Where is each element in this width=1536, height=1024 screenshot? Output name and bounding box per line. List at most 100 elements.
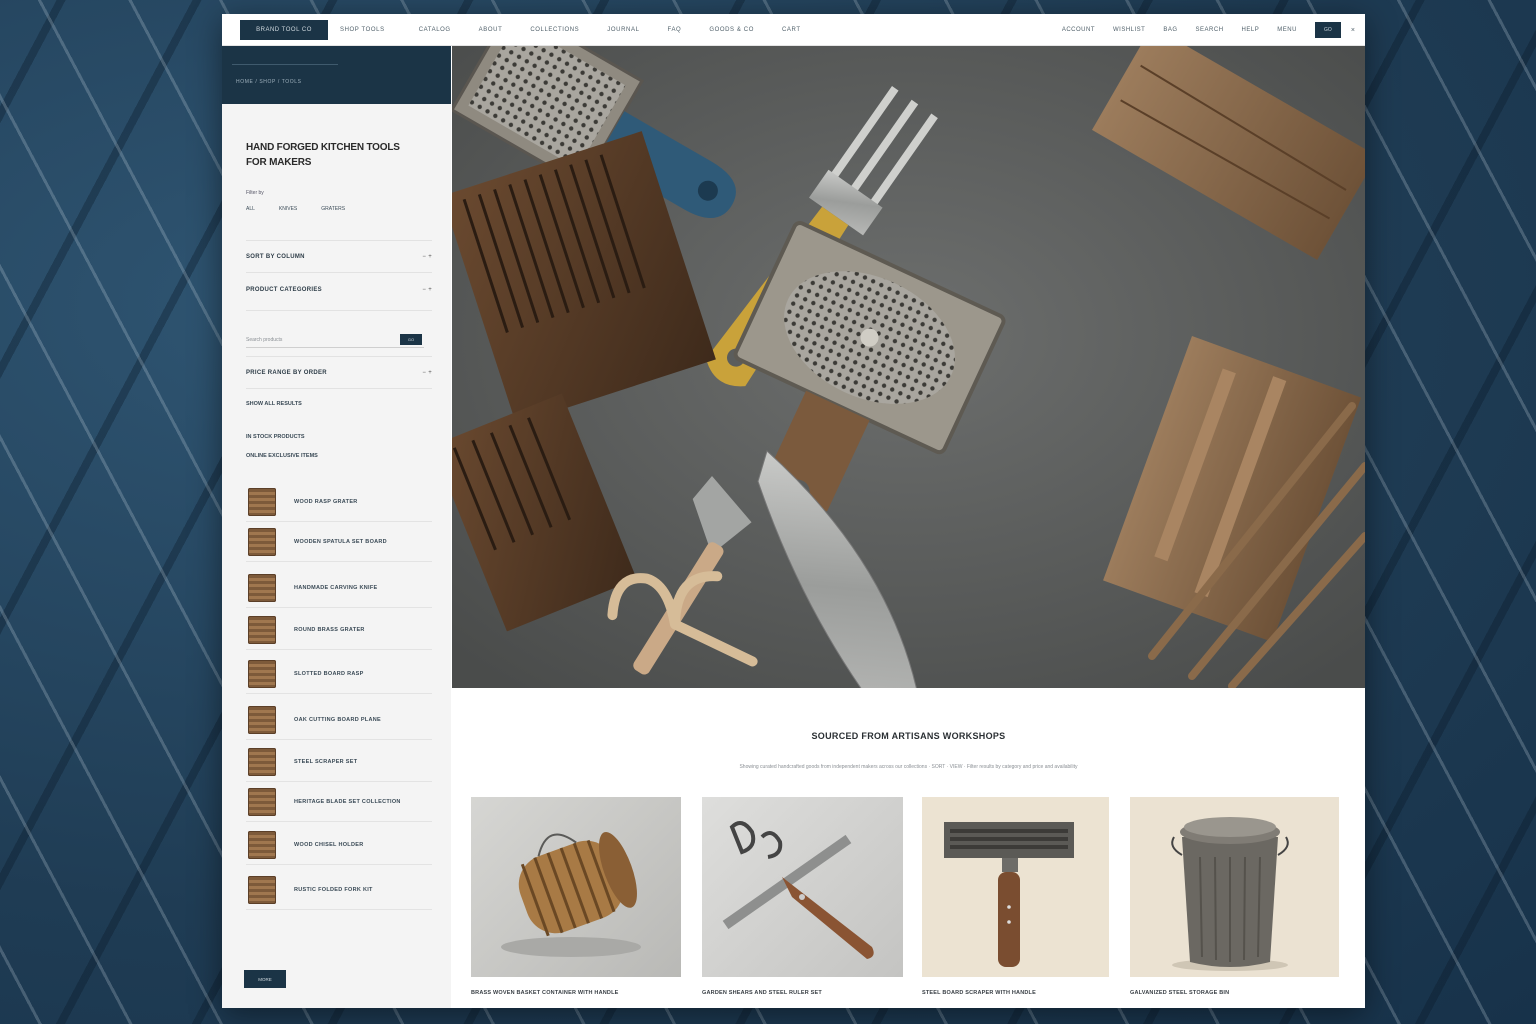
list-item[interactable]: WOOD RASP GRATER bbox=[246, 482, 432, 522]
product-image-basket bbox=[471, 797, 681, 977]
nav-item-catalog[interactable]: CATALOG bbox=[419, 27, 451, 33]
link-exclusive[interactable]: ONLINE EXCLUSIVE ITEMS bbox=[246, 453, 318, 459]
utility-nav: ACCOUNT WISHLIST BAG SEARCH HELP MENU GO… bbox=[1044, 14, 1355, 46]
list-item[interactable]: SLOTTED BOARD RASP bbox=[246, 654, 432, 694]
product-thumbnail bbox=[248, 487, 276, 516]
sidebar-header: HOME / SHOP / TOOLS bbox=[222, 46, 451, 104]
product-name: ROUND BRASS GRATER bbox=[294, 626, 365, 633]
filter-sidebar: HAND FORGED KITCHEN TOOLS FOR MAKERS Fil… bbox=[222, 104, 451, 1008]
product-name: HANDMADE CARVING KNIFE bbox=[294, 584, 378, 591]
list-item[interactable]: HANDMADE CARVING KNIFE bbox=[246, 568, 432, 608]
product-caption: GARDEN SHEARS AND STEEL RULER SET bbox=[702, 990, 822, 996]
filter-chips: ALL KNIVES GRATERS bbox=[246, 206, 369, 212]
section-meta: Showing curated handcrafted goods from i… bbox=[739, 764, 1078, 770]
product-card[interactable]: GALVANIZED STEEL STORAGE BIN bbox=[1130, 797, 1339, 996]
category-row-toggle[interactable]: − + bbox=[422, 287, 432, 293]
product-card[interactable]: GARDEN SHEARS AND STEEL RULER SET bbox=[702, 797, 903, 996]
product-thumbnail bbox=[248, 787, 276, 816]
bin-illustration bbox=[1171, 817, 1289, 971]
divider bbox=[246, 272, 432, 273]
chip-graters[interactable]: GRATERS bbox=[321, 206, 345, 212]
divider bbox=[246, 388, 432, 389]
search-input[interactable]: Search products bbox=[246, 334, 424, 348]
nav-item-about[interactable]: ABOUT bbox=[479, 27, 503, 33]
nav-item-goods[interactable]: GOODS & CO bbox=[709, 27, 754, 33]
nav-item-shop[interactable]: SHOP TOOLS bbox=[340, 27, 385, 33]
product-image-shears bbox=[702, 797, 903, 977]
basket-illustration bbox=[501, 832, 641, 957]
close-icon[interactable]: × bbox=[1351, 27, 1355, 34]
product-name: OAK CUTTING BOARD PLANE bbox=[294, 716, 381, 723]
list-item[interactable]: ROUND BRASS GRATER bbox=[246, 610, 432, 650]
filter-subtitle: Filter by bbox=[246, 190, 264, 196]
product-caption: STEEL BOARD SCRAPER WITH HANDLE bbox=[922, 990, 1036, 996]
browser-page: BRAND TOOL CO SHOP TOOLS CATALOG ABOUT C… bbox=[222, 14, 1365, 1008]
sidebar-title-line2: FOR MAKERS bbox=[246, 157, 312, 168]
top-navigation: BRAND TOOL CO SHOP TOOLS CATALOG ABOUT C… bbox=[222, 14, 1365, 46]
product-name: WOOD CHISEL HOLDER bbox=[294, 841, 364, 848]
sort-row[interactable]: SORT BY COLUMN − + bbox=[246, 254, 432, 260]
price-row-label: PRICE RANGE BY ORDER bbox=[246, 370, 327, 376]
list-item[interactable]: OAK CUTTING BOARD PLANE bbox=[246, 700, 432, 740]
product-name: STEEL SCRAPER SET bbox=[294, 758, 358, 765]
product-name: WOOD RASP GRATER bbox=[294, 498, 358, 505]
product-thumbnail bbox=[248, 747, 276, 776]
product-image-scraper bbox=[922, 797, 1109, 977]
category-row[interactable]: PRODUCT CATEGORIES − + bbox=[246, 287, 432, 293]
product-thumbnail bbox=[248, 705, 276, 734]
price-row-toggle[interactable]: − + bbox=[422, 370, 432, 376]
sort-row-label: SORT BY COLUMN bbox=[246, 254, 305, 260]
cta-button[interactable]: GO bbox=[1314, 22, 1341, 38]
product-name: SLOTTED BOARD RASP bbox=[294, 670, 364, 677]
breadcrumb[interactable]: HOME / SHOP / TOOLS bbox=[236, 79, 302, 85]
chip-all[interactable]: ALL bbox=[246, 206, 255, 212]
section-title: SOURCED FROM ARTISANS WORKSHOPS bbox=[811, 731, 1006, 741]
nav-wishlist[interactable]: WISHLIST bbox=[1113, 27, 1145, 33]
product-thumbnail bbox=[248, 659, 276, 688]
product-thumbnail bbox=[248, 615, 276, 644]
sort-row-toggle[interactable]: − + bbox=[422, 254, 432, 260]
product-caption: BRASS WOVEN BASKET CONTAINER WITH HANDLE bbox=[471, 990, 619, 996]
nav-item-journal[interactable]: JOURNAL bbox=[607, 27, 639, 33]
list-item[interactable]: WOOD CHISEL HOLDER bbox=[246, 825, 432, 865]
scraper-illustration bbox=[944, 822, 1074, 967]
chip-knives[interactable]: KNIVES bbox=[279, 206, 297, 212]
hero-image bbox=[452, 46, 1365, 688]
nav-item-faq[interactable]: FAQ bbox=[668, 27, 682, 33]
list-item[interactable]: STEEL SCRAPER SET bbox=[246, 742, 432, 782]
product-name: HERITAGE BLADE SET COLLECTION bbox=[294, 798, 401, 805]
product-card[interactable]: STEEL BOARD SCRAPER WITH HANDLE bbox=[922, 797, 1109, 996]
product-image-bin bbox=[1130, 797, 1339, 977]
product-thumbnail bbox=[248, 830, 276, 859]
nav-menu[interactable]: MENU bbox=[1277, 27, 1297, 33]
link-show-all[interactable]: SHOW ALL RESULTS bbox=[246, 401, 302, 407]
product-card[interactable]: BRASS WOVEN BASKET CONTAINER WITH HANDLE bbox=[471, 797, 681, 996]
load-more-button[interactable]: MORE bbox=[244, 970, 286, 988]
divider bbox=[246, 310, 432, 311]
list-item[interactable]: WOODEN SPATULA SET BOARD bbox=[246, 522, 432, 562]
category-row-label: PRODUCT CATEGORIES bbox=[246, 287, 322, 293]
nav-search[interactable]: SEARCH bbox=[1196, 27, 1224, 33]
link-in-stock[interactable]: IN STOCK PRODUCTS bbox=[246, 434, 305, 440]
list-item[interactable]: RUSTIC FOLDED FORK KIT bbox=[246, 870, 432, 910]
divider bbox=[246, 356, 432, 357]
product-name: WOODEN SPATULA SET BOARD bbox=[294, 538, 387, 545]
nav-item-collections[interactable]: COLLECTIONS bbox=[530, 27, 579, 33]
sidebar-title: HAND FORGED KITCHEN TOOLS FOR MAKERS bbox=[246, 140, 426, 170]
product-caption: GALVANIZED STEEL STORAGE BIN bbox=[1130, 990, 1230, 996]
nav-help[interactable]: HELP bbox=[1242, 27, 1260, 33]
product-thumbnail bbox=[248, 527, 276, 556]
shears-illustration bbox=[722, 821, 874, 959]
nav-item-cart[interactable]: CART bbox=[782, 27, 801, 33]
divider bbox=[246, 240, 432, 241]
search-go-button[interactable]: GO bbox=[400, 334, 422, 345]
main-nav: SHOP TOOLS CATALOG ABOUT COLLECTIONS JOU… bbox=[340, 27, 829, 33]
product-thumbnail bbox=[248, 573, 276, 602]
product-name: RUSTIC FOLDED FORK KIT bbox=[294, 886, 373, 893]
nav-account[interactable]: ACCOUNT bbox=[1062, 27, 1095, 33]
list-item[interactable]: HERITAGE BLADE SET COLLECTION bbox=[246, 782, 432, 822]
nav-bag[interactable]: BAG bbox=[1163, 27, 1177, 33]
product-cards: BRASS WOVEN BASKET CONTAINER WITH HANDLE… bbox=[471, 797, 1351, 997]
price-row[interactable]: PRICE RANGE BY ORDER − + bbox=[246, 370, 432, 376]
logo-button[interactable]: BRAND TOOL CO bbox=[240, 19, 328, 40]
